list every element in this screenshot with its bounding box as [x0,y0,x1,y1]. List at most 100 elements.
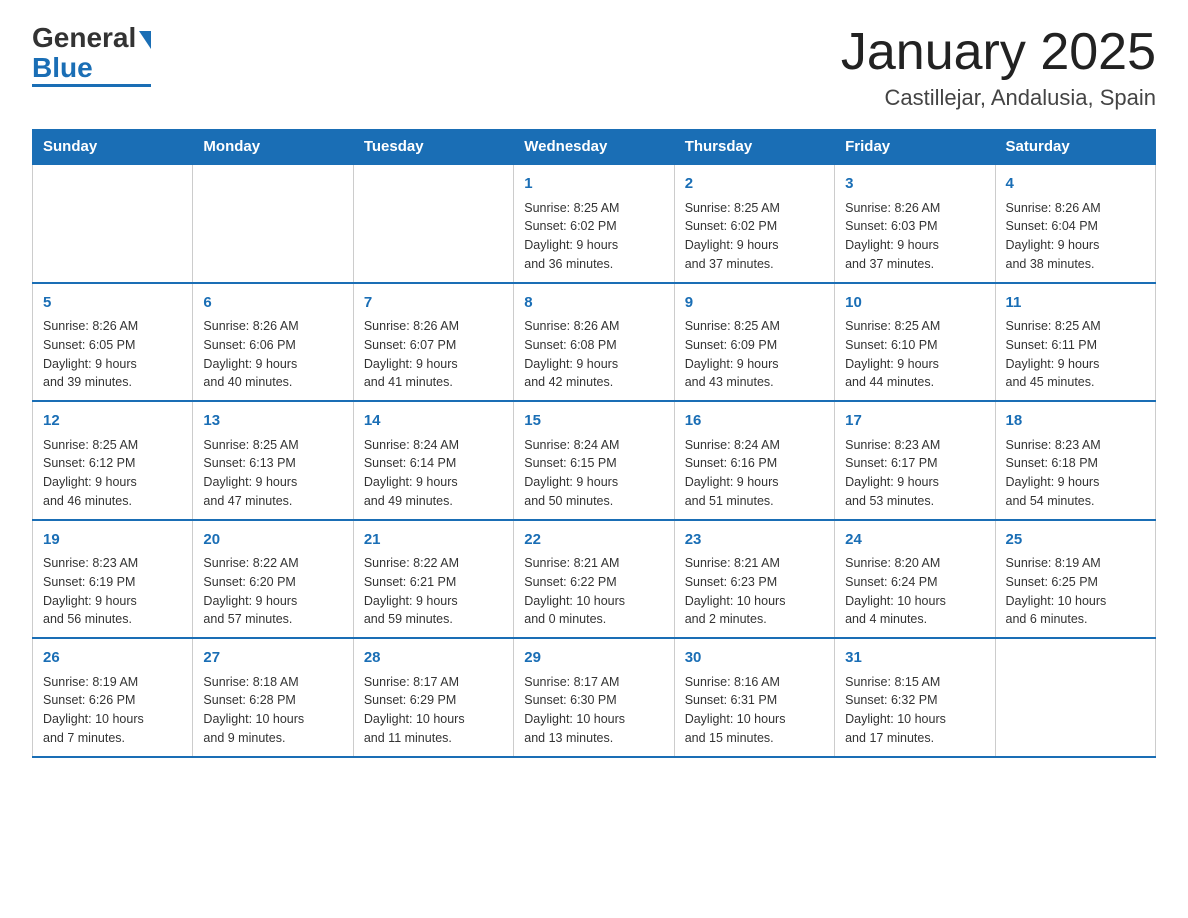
day-info: Sunrise: 8:17 AMSunset: 6:30 PMDaylight:… [524,673,663,748]
day-info: Sunrise: 8:23 AMSunset: 6:17 PMDaylight:… [845,436,984,511]
calendar-cell-w5-d1: 26 Sunrise: 8:19 AMSunset: 6:26 PMDayligh… [33,638,193,757]
calendar-cell-w5-d7 [995,638,1155,757]
day-info: Sunrise: 8:26 AMSunset: 6:04 PMDaylight:… [1006,199,1145,274]
calendar-cell-w4-d7: 25Sunrise: 8:19 AMSunset: 6:25 PMDayligh… [995,520,1155,639]
day-info: Sunrise: 8:19 AMSunset: 6:26 PMDaylight:… [43,673,182,748]
day-number: 9 [685,292,824,315]
calendar-header-row: Sunday Monday Tuesday Wednesday Thursday… [33,130,1156,165]
calendar-table: Sunday Monday Tuesday Wednesday Thursday… [32,129,1156,758]
calendar-week-2: 5Sunrise: 8:26 AMSunset: 6:05 PMDaylight… [33,283,1156,402]
calendar-cell-w3-d5: 16Sunrise: 8:24 AMSunset: 6:16 PMDayligh… [674,401,834,520]
calendar-cell-w2-d6: 10Sunrise: 8:25 AMSunset: 6:10 PMDayligh… [835,283,995,402]
calendar-cell-w5-d3: 28 Sunrise: 8:17 AMSunset: 6:29 PMDayligh… [353,638,513,757]
calendar-cell-w1-d5: 2 Sunrise: 8:25 AMSunset: 6:02 PMDaylight… [674,164,834,283]
day-info: Sunrise: 8:25 AMSunset: 6:11 PMDaylight:… [1006,317,1145,392]
calendar-cell-w1-d4: 1Sunrise: 8:25 AMSunset: 6:02 PMDaylight… [514,164,674,283]
calendar-cell-w1-d1 [33,164,193,283]
day-info: Sunrise: 8:24 AMSunset: 6:15 PMDaylight:… [524,436,663,511]
day-info: Sunrise: 8:22 AMSunset: 6:20 PMDaylight:… [203,554,342,629]
calendar-cell-w4-d4: 22Sunrise: 8:21 AMSunset: 6:22 PMDayligh… [514,520,674,639]
col-wednesday: Wednesday [514,130,674,165]
day-info: Sunrise: 8:18 AMSunset: 6:28 PMDaylight:… [203,673,342,748]
day-number: 15 [524,410,663,433]
day-number: 24 [845,529,984,552]
location-title: Castillejar, Andalusia, Spain [841,85,1156,111]
day-info: Sunrise: 8:17 AMSunset: 6:29 PMDaylight:… [364,673,503,748]
day-number: 6 [203,292,342,315]
calendar-cell-w2-d5: 9Sunrise: 8:25 AMSunset: 6:09 PMDaylight… [674,283,834,402]
calendar-cell-w3-d7: 18Sunrise: 8:23 AMSunset: 6:18 PMDayligh… [995,401,1155,520]
day-number: 14 [364,410,503,433]
col-saturday: Saturday [995,130,1155,165]
calendar-cell-w2-d4: 8Sunrise: 8:26 AMSunset: 6:08 PMDaylight… [514,283,674,402]
day-number: 31 [845,647,984,670]
day-number: 2 [685,173,824,196]
day-info: Sunrise: 8:25 AMSunset: 6:09 PMDaylight:… [685,317,824,392]
day-info: Sunrise: 8:25 AMSunset: 6:12 PMDaylight:… [43,436,182,511]
day-info: Sunrise: 8:25 AMSunset: 6:10 PMDaylight:… [845,317,984,392]
day-number: 27 [203,647,342,670]
col-tuesday: Tuesday [353,130,513,165]
day-info: Sunrise: 8:25 AMSunset: 6:02 PMDaylight:… [524,199,663,274]
calendar-cell-w1-d6: 3Sunrise: 8:26 AMSunset: 6:03 PMDaylight… [835,164,995,283]
calendar-cell-w5-d5: 30Sunrise: 8:16 AMSunset: 6:31 PMDayligh… [674,638,834,757]
day-info: Sunrise: 8:23 AMSunset: 6:19 PMDaylight:… [43,554,182,629]
day-info: Sunrise: 8:21 AMSunset: 6:23 PMDaylight:… [685,554,824,629]
calendar-week-1: 1Sunrise: 8:25 AMSunset: 6:02 PMDaylight… [33,164,1156,283]
calendar-cell-w1-d2 [193,164,353,283]
calendar-cell-w3-d3: 14 Sunrise: 8:24 AMSunset: 6:14 PMDayligh… [353,401,513,520]
day-info: Sunrise: 8:24 AMSunset: 6:16 PMDaylight:… [685,436,824,511]
day-info: Sunrise: 8:24 AMSunset: 6:14 PMDaylight:… [364,436,503,511]
day-info: Sunrise: 8:19 AMSunset: 6:25 PMDaylight:… [1006,554,1145,629]
day-number: 21 [364,529,503,552]
day-number: 28 [364,647,503,670]
day-number: 29 [524,647,663,670]
title-area: January 2025 Castillejar, Andalusia, Spa… [841,24,1156,111]
calendar-cell-w3-d1: 12 Sunrise: 8:25 AMSunset: 6:12 PMDayligh… [33,401,193,520]
day-number: 11 [1006,292,1145,315]
calendar-cell-w4-d2: 20Sunrise: 8:22 AMSunset: 6:20 PMDayligh… [193,520,353,639]
page-header: General Blue January 2025 Castillejar, A… [32,24,1156,111]
col-monday: Monday [193,130,353,165]
calendar-cell-w4-d6: 24Sunrise: 8:20 AMSunset: 6:24 PMDayligh… [835,520,995,639]
day-info: Sunrise: 8:25 AMSunset: 6:13 PMDaylight:… [203,436,342,511]
calendar-cell-w3-d6: 17 Sunrise: 8:23 AMSunset: 6:17 PMDayligh… [835,401,995,520]
day-info: Sunrise: 8:26 AMSunset: 6:03 PMDaylight:… [845,199,984,274]
day-info: Sunrise: 8:20 AMSunset: 6:24 PMDaylight:… [845,554,984,629]
calendar-cell-w3-d4: 15 Sunrise: 8:24 AMSunset: 6:15 PMDayligh… [514,401,674,520]
calendar-cell-w5-d2: 27 Sunrise: 8:18 AMSunset: 6:28 PMDayligh… [193,638,353,757]
day-number: 7 [364,292,503,315]
day-number: 26 [43,647,182,670]
logo-blue-text: Blue [32,54,93,82]
calendar-week-5: 26 Sunrise: 8:19 AMSunset: 6:26 PMDayligh… [33,638,1156,757]
day-info: Sunrise: 8:26 AMSunset: 6:08 PMDaylight:… [524,317,663,392]
day-info: Sunrise: 8:15 AMSunset: 6:32 PMDaylight:… [845,673,984,748]
day-number: 17 [845,410,984,433]
col-sunday: Sunday [33,130,193,165]
day-info: Sunrise: 8:21 AMSunset: 6:22 PMDaylight:… [524,554,663,629]
calendar-week-4: 19Sunrise: 8:23 AMSunset: 6:19 PMDayligh… [33,520,1156,639]
day-info: Sunrise: 8:26 AMSunset: 6:05 PMDaylight:… [43,317,182,392]
day-number: 13 [203,410,342,433]
logo: General Blue [32,24,151,87]
day-info: Sunrise: 8:26 AMSunset: 6:07 PMDaylight:… [364,317,503,392]
day-number: 25 [1006,529,1145,552]
day-number: 8 [524,292,663,315]
calendar-week-3: 12 Sunrise: 8:25 AMSunset: 6:12 PMDayligh… [33,401,1156,520]
calendar-cell-w1-d7: 4Sunrise: 8:26 AMSunset: 6:04 PMDaylight… [995,164,1155,283]
day-info: Sunrise: 8:25 AMSunset: 6:02 PMDaylight:… [685,199,824,274]
day-number: 18 [1006,410,1145,433]
day-number: 19 [43,529,182,552]
day-info: Sunrise: 8:16 AMSunset: 6:31 PMDaylight:… [685,673,824,748]
day-info: Sunrise: 8:22 AMSunset: 6:21 PMDaylight:… [364,554,503,629]
logo-general-text: General [32,24,151,52]
calendar-cell-w2-d3: 7Sunrise: 8:26 AMSunset: 6:07 PMDaylight… [353,283,513,402]
day-number: 23 [685,529,824,552]
calendar-cell-w2-d7: 11Sunrise: 8:25 AMSunset: 6:11 PMDayligh… [995,283,1155,402]
calendar-cell-w3-d2: 13 Sunrise: 8:25 AMSunset: 6:13 PMDayligh… [193,401,353,520]
day-number: 10 [845,292,984,315]
day-number: 12 [43,410,182,433]
calendar-cell-w4-d1: 19Sunrise: 8:23 AMSunset: 6:19 PMDayligh… [33,520,193,639]
day-number: 22 [524,529,663,552]
logo-underline [32,84,151,87]
